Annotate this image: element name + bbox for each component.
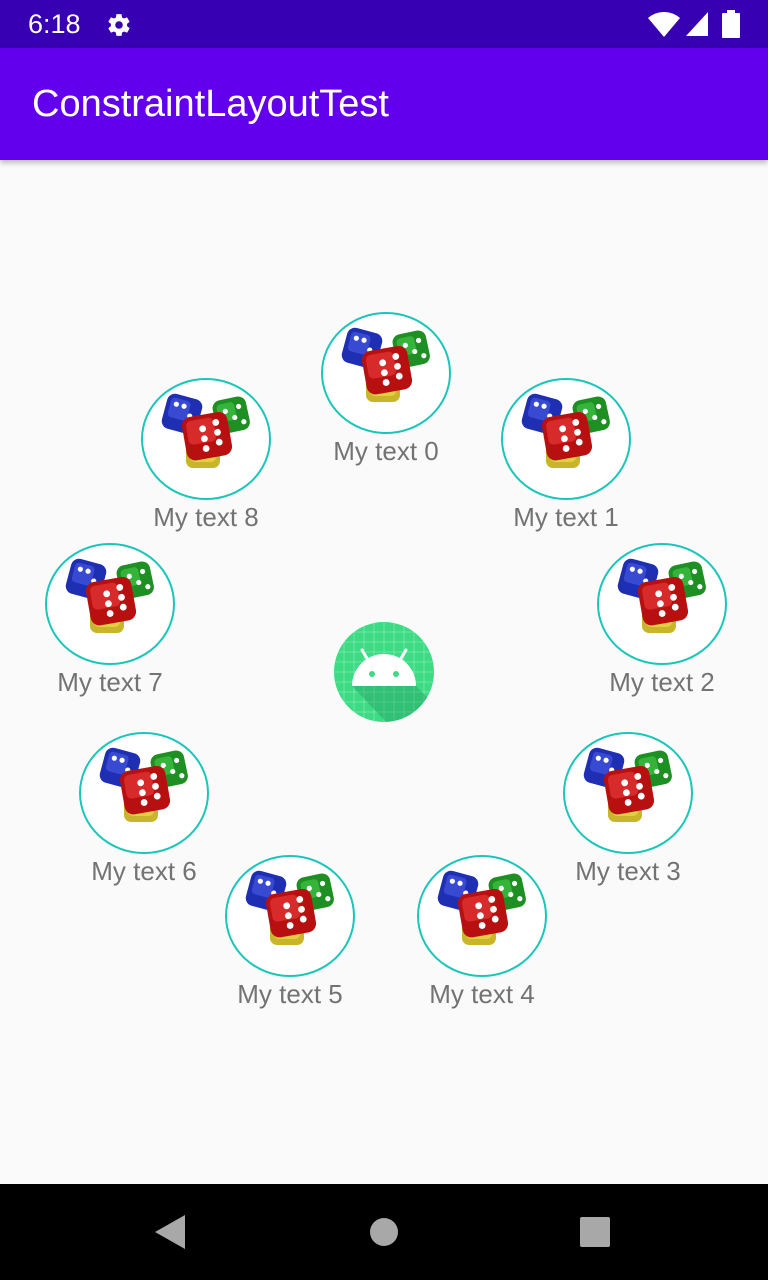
dice-image	[501, 378, 631, 500]
dice-image	[321, 312, 451, 434]
dice-image	[141, 378, 271, 500]
item-label: My text 0	[333, 436, 439, 466]
item-label: My text 5	[237, 979, 343, 1009]
dice-image	[225, 855, 355, 977]
item-label: My text 6	[91, 856, 197, 886]
gear-icon	[108, 14, 130, 36]
android-logo-icon	[334, 622, 434, 722]
app-bar: ConstraintLayoutTest	[0, 48, 768, 160]
dice-image	[563, 732, 693, 854]
item-label: My text 4	[429, 979, 535, 1009]
dice-icon	[159, 391, 252, 468]
dice-icon	[339, 325, 432, 402]
status-time: 6:18	[28, 9, 81, 39]
orbit-item-0: My text 0	[296, 312, 476, 512]
item-label: My text 1	[513, 502, 619, 532]
dice-icon	[243, 868, 336, 945]
orbit-item-2: My text 2	[572, 543, 752, 743]
dice-icon	[615, 556, 708, 633]
wifi-icon	[648, 12, 680, 37]
signal-icon	[686, 12, 708, 36]
dice-icon	[519, 391, 612, 468]
dice-image	[79, 732, 209, 854]
home-icon[interactable]	[369, 1217, 399, 1247]
item-label: My text 7	[57, 667, 163, 697]
dice-image	[417, 855, 547, 977]
dice-icon	[97, 745, 190, 822]
dice-icon	[435, 868, 528, 945]
status-bar: 6:18	[0, 0, 768, 48]
dice-icon	[581, 745, 674, 822]
dice-image	[597, 543, 727, 665]
item-label: My text 2	[609, 667, 715, 697]
app-title: ConstraintLayoutTest	[32, 83, 389, 125]
orbit-item-4: My text 4	[392, 855, 572, 1055]
battery-icon	[722, 10, 740, 38]
item-label: My text 8	[153, 502, 259, 532]
circular-layout: My text 0 My text 1 My text 2 My text 3 …	[0, 160, 768, 1184]
orbit-item-6: My text 6	[54, 732, 234, 932]
orbit-item-8: My text 8	[116, 378, 296, 578]
back-icon[interactable]	[155, 1215, 187, 1249]
recents-icon[interactable]	[580, 1217, 610, 1247]
